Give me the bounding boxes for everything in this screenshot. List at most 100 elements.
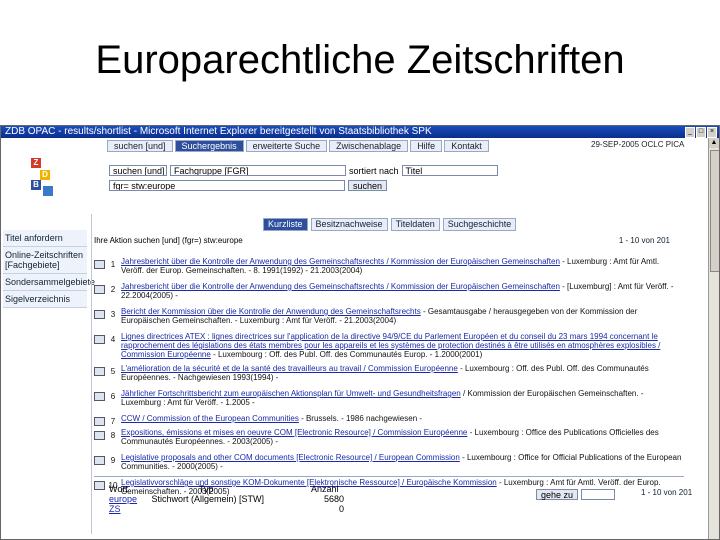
journal-icon (94, 285, 105, 294)
journal-icon (94, 417, 105, 426)
zdb-logo: Z D B (31, 158, 59, 200)
browser-screenshot: ZDB OPAC - results/shortlist - Microsoft… (0, 125, 720, 540)
list-item: 2 Jahresbericht über die Kontrolle der A… (94, 282, 684, 307)
close-icon[interactable]: × (707, 127, 717, 138)
journal-icon (94, 392, 105, 401)
maximize-icon[interactable]: □ (696, 127, 706, 138)
search-row-2: fgr= stw:europe suchen (109, 180, 388, 191)
term-link[interactable]: ZS (109, 504, 149, 514)
result-text: L'amélioration de la sécurité et de la s… (121, 364, 684, 382)
page-content: Z D B suchen [und] Suchergebnis erweiter… (1, 138, 709, 539)
result-text: Expositions, émissions et mises en oeuvr… (121, 428, 684, 446)
tab-suchergebnis[interactable]: Suchergebnis (174, 140, 244, 152)
search-input[interactable]: fgr= stw:europe (109, 180, 345, 191)
journal-icon (94, 335, 105, 344)
result-link[interactable]: Legislative proposals and other COM docu… (121, 453, 460, 462)
table-row: ZS 0 (109, 504, 689, 514)
tab-kurzliste[interactable]: Kurzliste (263, 218, 308, 231)
sort-select[interactable]: Titel (401, 165, 498, 176)
search-mode-select[interactable]: suchen [und] (109, 165, 167, 176)
tab-kontakt[interactable]: Kontakt (444, 140, 489, 152)
result-link[interactable]: Expositions, émissions et mises en oeuvr… (121, 428, 467, 437)
goto-control: gehe zu (536, 489, 616, 500)
bottom-pager[interactable]: 1 - 10 von 201 (641, 488, 692, 497)
result-number: 7 (110, 417, 116, 426)
result-pager[interactable]: 1 - 10 von 201 (619, 236, 670, 245)
header-typ: Typ (199, 484, 214, 494)
result-text: Jahresbericht über die Kontrolle der Anw… (121, 257, 684, 275)
minimize-icon[interactable]: _ (685, 127, 695, 138)
disk-icon (94, 456, 105, 465)
result-link[interactable]: L'amélioration de la sécurité et de la s… (121, 364, 458, 373)
term-type: Stichwort (Allgemein) [STW] (151, 494, 265, 504)
vertical-scrollbar[interactable]: ▲ (708, 138, 719, 539)
result-link[interactable]: Jährlicher Fortschrittsbericht zum europ… (121, 389, 461, 398)
result-text: CCW / Commission of the European Communi… (121, 414, 422, 423)
main-tabs: suchen [und] Suchergebnis erweiterte Suc… (107, 140, 489, 152)
action-bar: Ihre Aktion suchen [und] (fgr=) stw:euro… (94, 234, 682, 246)
journal-icon (94, 310, 105, 319)
nav-sondersammelgebiete[interactable]: Sondersammelgebiete (3, 274, 95, 291)
result-text: Bericht der Kommission über die Kontroll… (121, 307, 684, 325)
action-text: Ihre Aktion suchen [und] (fgr=) stw:euro… (94, 235, 243, 245)
result-link[interactable]: CCW / Commission of the European Communi… (121, 414, 299, 423)
goto-input[interactable] (581, 489, 616, 500)
result-link[interactable]: Jahresbericht über die Kontrolle der Anw… (121, 257, 560, 266)
window-title: ZDB OPAC - results/shortlist - Microsoft… (5, 126, 432, 137)
tab-erweiterte-suche[interactable]: erweiterte Suche (245, 140, 328, 152)
sort-label: sortiert nach (349, 165, 399, 176)
result-link[interactable]: Bericht der Kommission über die Kontroll… (121, 307, 421, 316)
tab-suchgeschichte[interactable]: Suchgeschichte (442, 218, 517, 231)
result-number: 6 (110, 392, 116, 401)
search-button[interactable]: suchen (348, 180, 388, 191)
list-item: 9 Legislative proposals and other COM do… (94, 453, 684, 478)
nav-online-zeitschriften[interactable]: Online-Zeitschriften [Fachgebiete] (3, 247, 87, 274)
nav-titel-anfordern[interactable]: Titel anfordern (3, 230, 87, 247)
list-item: 8 Expositions, émissions et mises en oeu… (94, 428, 684, 453)
list-item: 1 Jahresbericht über die Kontrolle der A… (94, 257, 684, 282)
nav-sigelverzeichnis[interactable]: Sigelverzeichnis (3, 291, 87, 308)
list-item: 3 Bericht der Kommission über die Kontro… (94, 307, 684, 332)
tab-hilfe[interactable]: Hilfe (410, 140, 443, 152)
list-item: 6 Jährlicher Fortschrittsbericht zum eur… (94, 389, 684, 414)
tab-besitznachweise[interactable]: Besitznachweise (310, 218, 388, 231)
tab-zwischenablage[interactable]: Zwischenablage (329, 140, 409, 152)
tab-suchen[interactable]: suchen [und] (107, 140, 173, 152)
result-number: 5 (110, 367, 116, 376)
result-text: Legislative proposals and other COM docu… (121, 453, 684, 471)
date-info: 29-SEP-2005 OCLC PICA (591, 140, 685, 149)
list-item: 4 Lignes directrices ATEX : lignes direc… (94, 332, 684, 364)
journal-icon (94, 260, 105, 269)
term-link[interactable]: europe (109, 494, 149, 504)
result-link[interactable]: Jahresbericht über die Kontrolle der Anw… (121, 282, 560, 291)
result-details: - Brussels. - 1986 nachgewiesen - (301, 414, 423, 423)
result-details: - Luxembourg : Off. des Publ. Off. des C… (213, 350, 483, 359)
result-number: 4 (110, 335, 116, 344)
scroll-thumb[interactable] (710, 150, 719, 272)
disk-icon (94, 481, 105, 490)
header-wort: Wort (109, 484, 128, 494)
window-titlebar: ZDB OPAC - results/shortlist - Microsoft… (1, 126, 719, 138)
section-divider (94, 476, 684, 477)
journal-icon (94, 367, 105, 376)
search-row-1: suchen [und] Fachgruppe [FGR] sortiert n… (109, 165, 498, 176)
nav-divider (91, 214, 92, 534)
result-text: Lignes directrices ATEX : lignes directr… (121, 332, 684, 359)
result-number: 9 (110, 456, 116, 465)
window-controls: _ □ × (685, 127, 717, 138)
result-text: Jährlicher Fortschrittsbericht zum europ… (121, 389, 684, 407)
disk-icon (94, 431, 105, 440)
result-number: 2 (110, 285, 116, 294)
term-count: 5680 (324, 494, 345, 504)
term-count: 0 (339, 504, 345, 514)
scroll-up-icon[interactable]: ▲ (709, 138, 719, 148)
left-nav: Titel anfordern Online-Zeitschriften [Fa… (3, 230, 95, 308)
header-anzahl: Anzahl (311, 484, 339, 494)
result-number: 3 (110, 310, 116, 319)
search-field-select[interactable]: Fachgruppe [FGR] (170, 165, 346, 176)
goto-button[interactable]: gehe zu (536, 489, 579, 500)
tab-titeldaten[interactable]: Titeldaten (390, 218, 440, 231)
result-number: 8 (110, 431, 116, 440)
results-list: 1 Jahresbericht über die Kontrolle der A… (94, 257, 684, 503)
result-tabs: Kurzliste Besitznachweise Titeldaten Suc… (263, 218, 517, 231)
